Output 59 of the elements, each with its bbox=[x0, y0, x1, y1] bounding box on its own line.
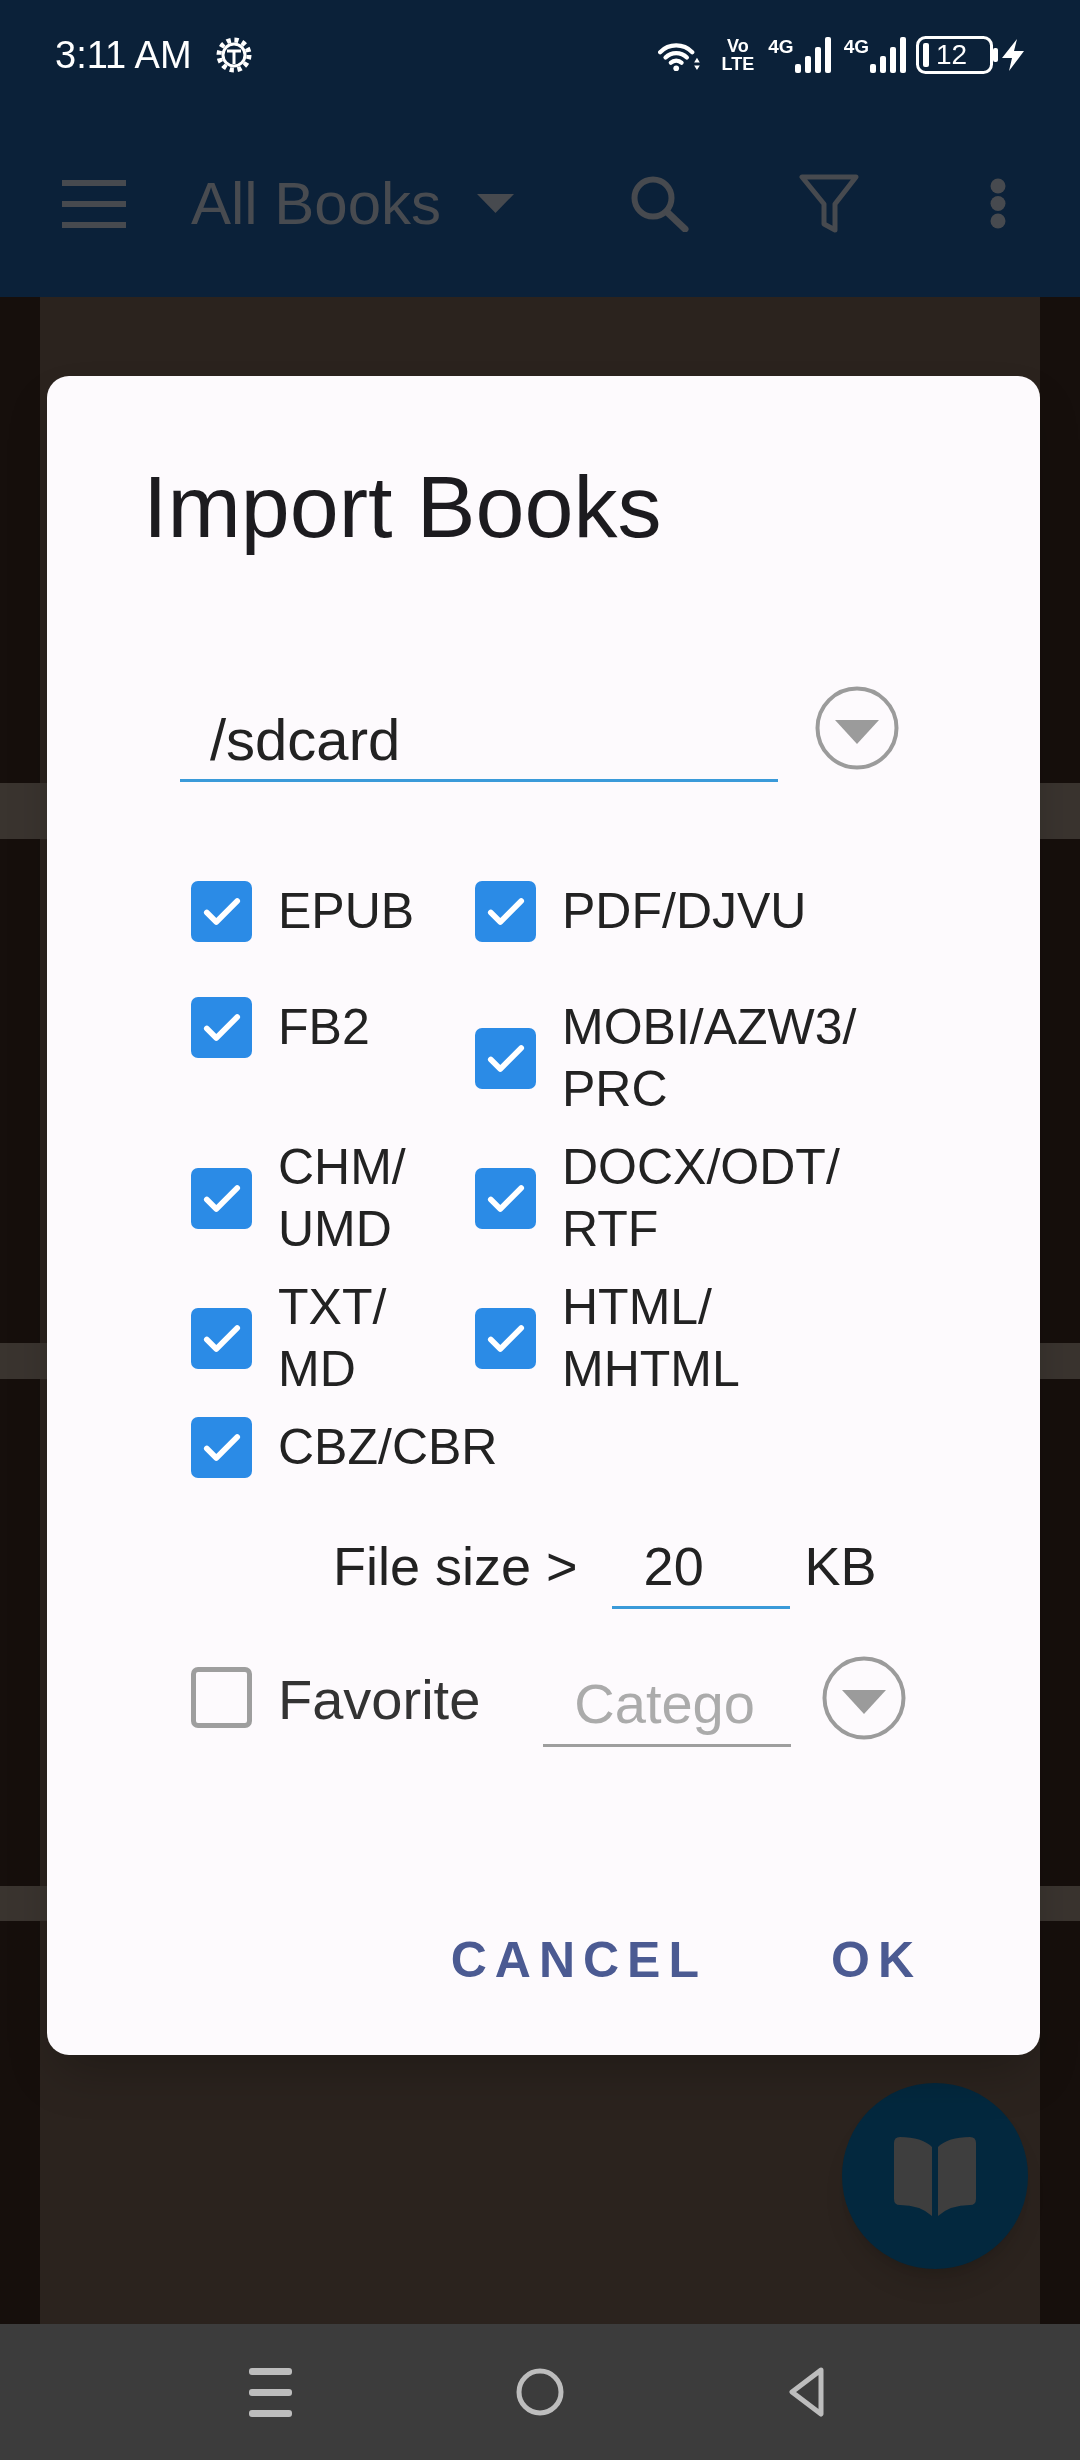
ok-button[interactable]: OK bbox=[806, 1905, 947, 2015]
checkmark-icon bbox=[486, 1043, 525, 1073]
favorite-label: Favorite bbox=[278, 1667, 481, 1733]
caret-icon bbox=[477, 194, 515, 213]
network-type-label: 4G bbox=[768, 37, 794, 56]
checkbox[interactable] bbox=[191, 1416, 252, 1478]
checkbox[interactable] bbox=[475, 1307, 536, 1369]
caret-circle-icon bbox=[815, 686, 899, 770]
checkbox[interactable] bbox=[191, 880, 252, 942]
checkbox[interactable] bbox=[191, 1667, 252, 1728]
format-label: DOCX/ODT/RTF bbox=[562, 1138, 841, 1259]
checkbox[interactable] bbox=[191, 1167, 252, 1229]
checkmark-icon bbox=[202, 1183, 241, 1213]
volte-label: LTE bbox=[721, 55, 755, 73]
network-type-label: 4G bbox=[843, 37, 869, 56]
dropdown-button[interactable] bbox=[822, 1656, 907, 1740]
unit-label: KB bbox=[804, 1535, 877, 1598]
checkbox[interactable] bbox=[191, 1307, 252, 1369]
format-label: TXT/MD bbox=[278, 1278, 388, 1399]
signal-icon bbox=[870, 37, 906, 73]
dropdown-button[interactable] bbox=[815, 686, 899, 770]
more-options-icon[interactable] bbox=[990, 178, 1006, 229]
format-label: FB2 bbox=[278, 998, 370, 1057]
cancel-button[interactable]: CANCEL bbox=[425, 1905, 732, 2015]
checkmark-icon bbox=[202, 1012, 241, 1042]
signal-icon bbox=[794, 37, 831, 73]
category-field[interactable]: Catego bbox=[543, 1664, 792, 1747]
funnel-icon[interactable] bbox=[799, 174, 859, 233]
checkmark-icon bbox=[202, 1323, 241, 1353]
checkmark-icon bbox=[486, 1323, 525, 1353]
search-icon[interactable] bbox=[630, 175, 689, 232]
checkmark-icon bbox=[202, 896, 241, 926]
format-label: MOBI/AZW3/PRC bbox=[562, 998, 858, 1119]
file-size-field[interactable]: 20 bbox=[611, 1526, 790, 1609]
open-book-icon bbox=[894, 2136, 976, 2216]
checkmark-icon bbox=[486, 896, 525, 926]
caret-circle-icon bbox=[822, 1656, 907, 1740]
checkbox[interactable] bbox=[475, 880, 536, 942]
gear-icon bbox=[215, 37, 252, 73]
checkbox[interactable] bbox=[475, 1167, 536, 1229]
volte-label: Vo bbox=[727, 37, 749, 55]
battery-icon bbox=[916, 36, 998, 74]
menu-icon[interactable] bbox=[249, 2367, 292, 2417]
folder-path-field[interactable]: /sdcard bbox=[180, 699, 778, 782]
status-time: 3:11 AM bbox=[55, 36, 192, 74]
back-icon[interactable] bbox=[788, 2366, 825, 2418]
charging-bolt-icon bbox=[1000, 39, 1026, 71]
checkbox[interactable] bbox=[191, 996, 252, 1058]
home-icon[interactable] bbox=[516, 2368, 564, 2416]
checkmark-icon bbox=[486, 1183, 525, 1213]
format-label: EPUB bbox=[278, 882, 415, 941]
checkbox[interactable] bbox=[475, 1027, 536, 1089]
format-label: HTML/MHTML bbox=[562, 1278, 741, 1399]
format-label: CBZ/CBR bbox=[278, 1418, 498, 1477]
format-label: PDF/DJVU bbox=[562, 882, 807, 941]
format-label: CHM/UMD bbox=[278, 1138, 407, 1259]
checkmark-icon bbox=[202, 1432, 241, 1462]
file-size-label: File size > bbox=[333, 1535, 578, 1598]
battery-level-text: 12 bbox=[936, 41, 968, 69]
